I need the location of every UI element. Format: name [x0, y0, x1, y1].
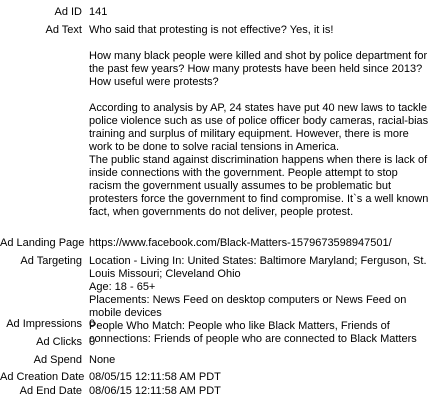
ad-creation-date-value: 08/05/15 12:11:58 AM PDT	[89, 371, 221, 383]
targeting-placements: Placements: News Feed on desktop compute…	[89, 294, 407, 319]
targeting-age: Age: 18 - 65+	[89, 281, 156, 293]
ad-text-paragraph: How many black people were killed and sh…	[89, 50, 428, 88]
ad-end-date-value: 08/06/15 12:11:58 AM PDT	[89, 385, 221, 397]
ad-id-label: Ad ID	[54, 6, 82, 18]
ad-impressions-label: Ad Impressions	[6, 318, 82, 330]
targeting-location: Location - Living In: United States: Bal…	[89, 255, 427, 280]
ad-end-date-label: Ad End Date	[19, 385, 82, 397]
ad-text-paragraph: The public stand against discrimination …	[89, 154, 429, 218]
ad-clicks-value: 0	[89, 336, 96, 348]
ad-landing-page-url: https://www.facebook.com/Black-Matters-1…	[89, 237, 392, 249]
ad-targeting-label: Ad Targeting	[20, 255, 82, 267]
ad-creation-date-label: Ad Creation Date	[0, 371, 85, 383]
ad-impressions-value: 0	[89, 318, 96, 330]
ad-spend-label: Ad Spend	[33, 354, 82, 366]
ad-text-paragraph: According to analysis by AP, 24 states h…	[89, 102, 429, 153]
ad-text-label: Ad Text	[45, 24, 83, 36]
ad-clicks-label: Ad Clicks	[36, 336, 82, 348]
ad-id-value: 141	[89, 6, 108, 18]
ad-record: Ad ID 141 Ad Text Who said that protesti…	[0, 0, 431, 400]
ad-spend-value: None	[89, 354, 116, 366]
ad-targeting-value: Location - Living In: United States: Bal…	[89, 255, 429, 346]
ad-text-value: Who said that protesting is not effectiv…	[89, 24, 429, 219]
ad-landing-page-label: Ad Landing Page	[0, 237, 85, 249]
ad-text-paragraph: Who said that protesting is not effectiv…	[89, 24, 334, 36]
